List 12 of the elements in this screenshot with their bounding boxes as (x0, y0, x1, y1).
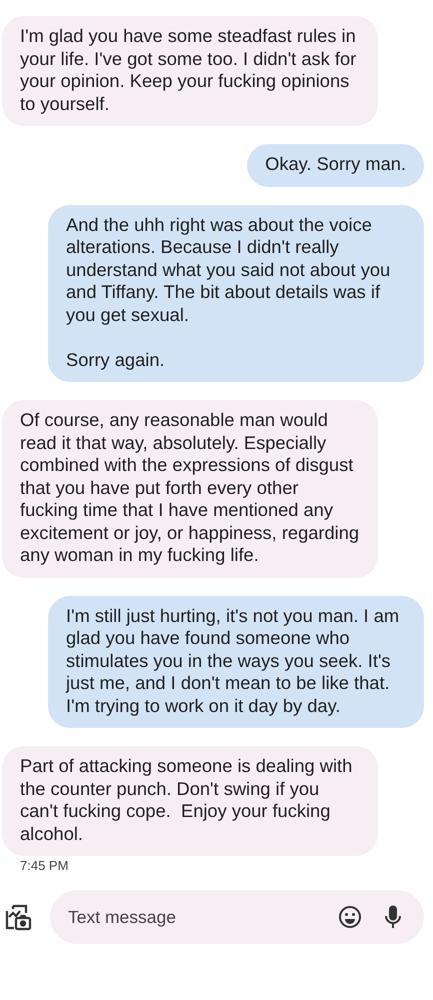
message-bubble: I'm still just hurting, it's not you man. I am glad you have found someone who stimulates you in the ways you seek. It's just me, and I don't mean to be like that. I'm trying to work on it day by day. (48, 596, 424, 728)
message-bubble: And the uhh right was about the voice alterations. Because I didn't really understand what you said not about you and Tiffany. The bit about details was if you get sexual. Sorry again. (48, 204, 424, 382)
timestamp: 7:45 PM (19, 858, 70, 873)
message-field[interactable]: Text message (50, 890, 424, 944)
message-bubble: Of course, any reasonable man would read it that way, absolutely. Especially combined with the expressions of disgust that you have put forth every other fucking time that I have mentioned any excitement or joy, or happiness, regarding any woman in my fucking life. (2, 400, 378, 578)
gallery-icon[interactable] (4, 903, 32, 931)
emoji-icon[interactable] (338, 905, 362, 929)
message-input[interactable]: Text message (66, 906, 316, 928)
microphone-icon[interactable] (384, 905, 402, 929)
message-bubble: I'm glad you have some steadfast rules in your life. I've got some too. I didn't ask for your opinion. Keep your fucking opinions to yourself. (2, 16, 378, 126)
message-bubble: Part of attacking someone is dealing with the counter punch. Don't swing if you can't fucking cope. Enjoy your fucking alcohol. (2, 746, 378, 856)
message-bubble: Okay. Sorry man. (247, 144, 424, 186)
